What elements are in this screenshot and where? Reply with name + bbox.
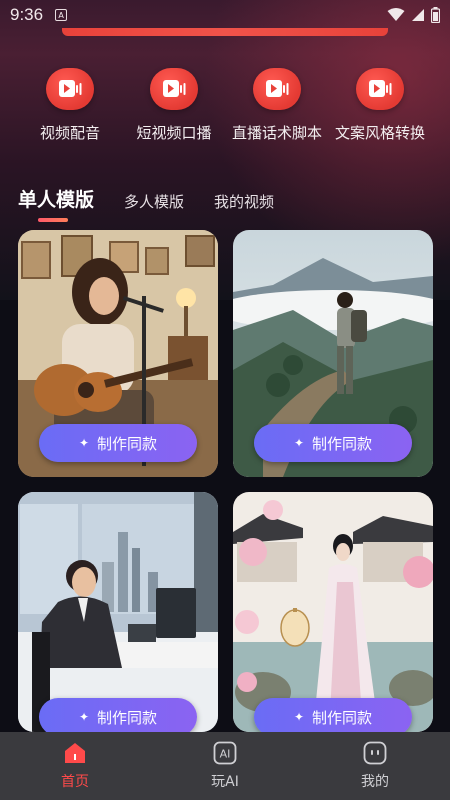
nav-play-ai[interactable]: AI 玩AI bbox=[150, 732, 300, 800]
make-same-button[interactable]: ✦ 制作同款 bbox=[39, 698, 197, 732]
quick-action-video-dub[interactable]: 视频配音 bbox=[15, 68, 125, 143]
make-same-label: 制作同款 bbox=[312, 708, 373, 727]
make-same-button[interactable]: ✦ 制作同款 bbox=[254, 424, 412, 462]
quick-action-label: 视频配音 bbox=[39, 124, 100, 142]
sparkle-icon: ✦ bbox=[293, 710, 305, 724]
card-image bbox=[18, 492, 218, 732]
nav-home[interactable]: 首页 bbox=[0, 732, 150, 800]
ai-icon: AI bbox=[213, 741, 237, 765]
make-same-label: 制作同款 bbox=[312, 434, 373, 453]
card-image bbox=[233, 492, 433, 732]
video-dub-icon bbox=[356, 68, 404, 110]
bottom-nav: 首页 AI 玩AI 我的 bbox=[0, 732, 450, 800]
quick-action-copy-style[interactable]: 文案风格转换 bbox=[325, 68, 435, 143]
battery-icon bbox=[431, 7, 440, 23]
video-dub-icon bbox=[46, 68, 94, 110]
status-icons bbox=[387, 7, 440, 23]
nav-profile-label: 我的 bbox=[361, 774, 389, 790]
template-card-office[interactable]: ✦ 制作同款 bbox=[18, 492, 218, 732]
quick-action-label: 短视频口播 bbox=[136, 124, 212, 142]
quick-action-label: 文案风格转换 bbox=[334, 124, 425, 142]
make-same-button[interactable]: ✦ 制作同款 bbox=[254, 698, 412, 732]
quick-action-short-video[interactable]: 短视频口播 bbox=[119, 68, 229, 143]
nav-play-ai-label: 玩AI bbox=[211, 774, 239, 790]
svg-text:AI: AI bbox=[220, 748, 231, 761]
signal-icon bbox=[412, 9, 424, 21]
tab-single-template[interactable]: 单人模版 bbox=[18, 185, 94, 222]
banner-strip[interactable] bbox=[62, 28, 388, 36]
sparkle-icon: ✦ bbox=[78, 710, 90, 724]
nav-home-label: 首页 bbox=[61, 774, 89, 790]
nav-profile[interactable]: 我的 bbox=[300, 732, 450, 800]
quick-action-live-script[interactable]: 直播话术脚本 bbox=[222, 68, 332, 143]
wifi-icon bbox=[387, 8, 405, 21]
quick-actions: 视频配音 短视频口播 直播话术脚本 文案风格转换 bbox=[0, 68, 450, 158]
video-dub-icon bbox=[150, 68, 198, 110]
notification-icon: A bbox=[55, 9, 68, 21]
sparkle-icon: ✦ bbox=[293, 436, 305, 450]
video-dub-icon bbox=[253, 68, 301, 110]
tab-multi-template[interactable]: 多人模版 bbox=[124, 191, 184, 218]
profile-icon bbox=[363, 741, 387, 765]
quick-action-label: 直播话术脚本 bbox=[231, 124, 322, 142]
home-icon bbox=[65, 743, 85, 763]
sparkle-icon: ✦ bbox=[78, 436, 90, 450]
template-card-hiker[interactable]: ✦ 制作同款 bbox=[233, 230, 433, 477]
template-tabs: 单人模版 多人模版 我的视频 bbox=[18, 184, 304, 222]
template-card-guitar[interactable]: ✦ 制作同款 bbox=[18, 230, 218, 477]
status-time: 9:36 bbox=[10, 5, 44, 24]
make-same-label: 制作同款 bbox=[97, 434, 158, 453]
make-same-label: 制作同款 bbox=[97, 708, 158, 727]
tab-my-videos[interactable]: 我的视频 bbox=[214, 191, 274, 218]
status-bar: 9:36 A bbox=[0, 0, 450, 30]
make-same-button[interactable]: ✦ 制作同款 bbox=[39, 424, 197, 462]
template-card-hanfu[interactable]: ✦ 制作同款 bbox=[233, 492, 433, 732]
